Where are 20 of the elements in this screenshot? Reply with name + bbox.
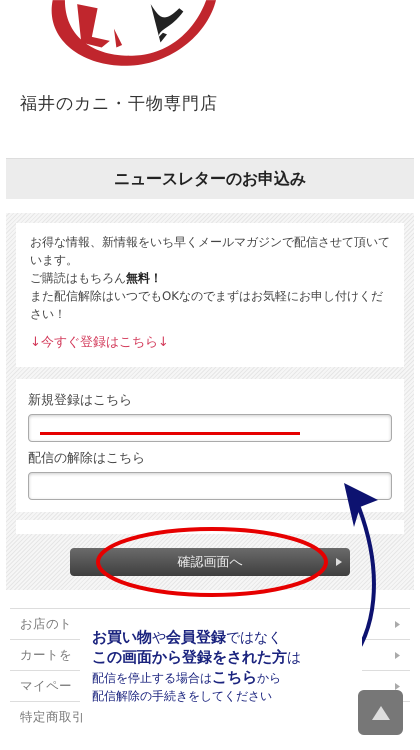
store-tagline: 福井のカニ・干物専門店 — [20, 93, 219, 115]
back-to-top-button[interactable] — [358, 690, 403, 735]
triangle-icon — [395, 682, 400, 690]
annotation-text: お買い物や会員登録ではなく — [92, 628, 283, 647]
field-label: 新規登録はこちら — [28, 392, 133, 409]
annotation-text: 配信を停止する場合はこちらから — [92, 668, 282, 687]
intro-paragraph: ご購読はもちろん無料！ — [30, 270, 163, 287]
triangle-icon — [336, 558, 342, 566]
intro-paragraph: お得な情報、新情報をいち早くメールマガジンで配信させて頂いています。 — [30, 234, 390, 269]
up-triangle-icon — [372, 706, 390, 720]
confirm-button[interactable]: 確認画面へ — [70, 548, 350, 576]
email-field[interactable] — [28, 472, 392, 500]
email-field[interactable] — [28, 414, 392, 442]
field-label: 配信の解除はこちら — [28, 450, 146, 467]
intro-paragraph: また配信解除はいつでもOKなのでまずはお気軽にお申し付けください！ — [30, 288, 384, 323]
annotation-text: この画面から登録をされた方は — [92, 648, 302, 667]
triangle-icon — [395, 620, 400, 628]
page-title: ニュースレターのお申込み — [6, 158, 414, 199]
register-link[interactable]: ↓今すぐ登録はこちら↓ — [30, 333, 390, 351]
triangle-icon — [395, 652, 400, 658]
